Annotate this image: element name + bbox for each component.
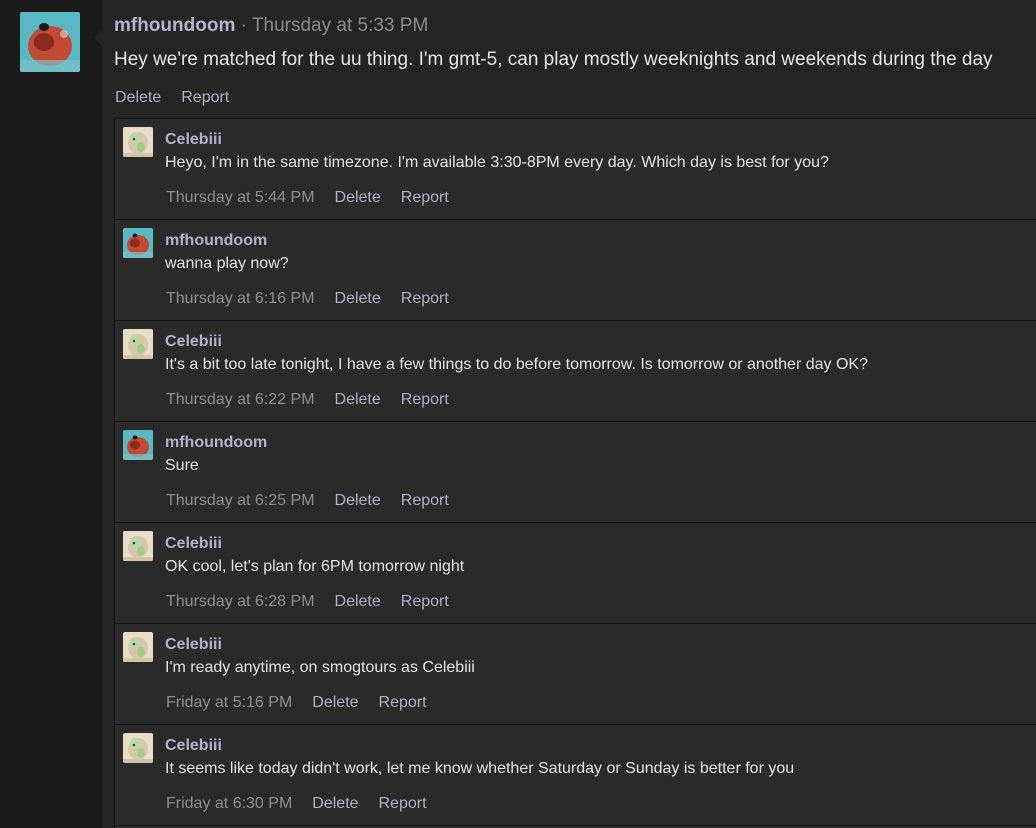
comment-author-name[interactable]: mfhoundoom [165, 231, 267, 251]
comment-text: Heyo, I'm in the same timezone. I'm avai… [165, 154, 829, 171]
comment-delete-link[interactable]: Delete [335, 391, 381, 408]
comment-avatar[interactable] [123, 329, 153, 359]
comment-delete-link[interactable]: Delete [335, 492, 381, 509]
comment-item: Celebiii It's a bit too late tonight, I h… [115, 321, 1036, 422]
comment-text: wanna play now? [165, 255, 289, 272]
post-author-name[interactable]: mfhoundoom [114, 15, 235, 36]
houndoom-avatar-image [123, 228, 153, 258]
comment-timestamp[interactable]: Thursday at 6:16 PM [166, 290, 315, 307]
post-date[interactable]: Thursday at 5:33 PM [252, 15, 428, 36]
comment-avatar[interactable] [123, 632, 153, 662]
comment-delete-link[interactable]: Delete [312, 694, 358, 711]
header-separator: · [240, 15, 247, 36]
comment-meta: Friday at 5:16 PM Delete Report [166, 693, 447, 713]
comment-text: It seems like today didn't work, let me … [165, 760, 795, 777]
profile-post-page: mfhoundoom · Thursday at 5:33 PM Hey we'… [0, 0, 1036, 828]
comment-text: It's a bit too late tonight, I have a fe… [165, 356, 868, 373]
left-gutter [0, 0, 102, 828]
comment-avatar[interactable] [123, 228, 153, 258]
comment-text: OK cool, let's plan for 6PM tomorrow nig… [165, 558, 465, 575]
post-pointer-arrow [94, 30, 102, 46]
comment-item: Celebiii It seems like today didn't work,… [115, 725, 1036, 826]
comment-avatar[interactable] [123, 531, 153, 561]
comment-author-name[interactable]: mfhoundoom [165, 433, 267, 453]
comment-report-link[interactable]: Report [401, 290, 449, 307]
comment-timestamp[interactable]: Thursday at 5:44 PM [166, 189, 315, 206]
comment-report-link[interactable]: Report [379, 694, 427, 711]
comment-author-name[interactable]: Celebiii [165, 736, 222, 756]
comment-timestamp[interactable]: Thursday at 6:28 PM [166, 593, 315, 610]
comment-meta: Thursday at 6:22 PM Delete Report [166, 390, 469, 410]
comment-text: Sure [165, 457, 199, 474]
comment-avatar[interactable] [123, 733, 153, 763]
comment-timestamp[interactable]: Thursday at 6:25 PM [166, 492, 315, 509]
comment-text: I'm ready anytime, on smogtours as Celeb… [165, 659, 475, 676]
comment-delete-link[interactable]: Delete [335, 290, 381, 307]
comment-avatar[interactable] [123, 430, 153, 460]
comment-meta: Thursday at 6:28 PM Delete Report [166, 592, 469, 612]
comment-meta: Thursday at 6:16 PM Delete Report [166, 289, 469, 309]
comment-delete-link[interactable]: Delete [312, 795, 358, 812]
comment-report-link[interactable]: Report [401, 391, 449, 408]
comment-item: Celebiii I'm ready anytime, on smogtours … [115, 624, 1036, 725]
author-avatar[interactable] [20, 12, 80, 72]
comment-item: mfhoundoom wanna play now? Thursday at 6:1… [115, 220, 1036, 321]
comment-delete-link[interactable]: Delete [335, 189, 381, 206]
comment-delete-link[interactable]: Delete [335, 593, 381, 610]
celebi-avatar-image [123, 632, 153, 662]
comment-report-link[interactable]: Report [401, 492, 449, 509]
post-header: mfhoundoom · Thursday at 5:33 PM [114, 14, 428, 38]
comment-timestamp[interactable]: Thursday at 6:22 PM [166, 391, 315, 408]
houndoom-avatar-image [123, 430, 153, 460]
comment-item: mfhoundoom Sure Thursday at 6:25 PM Delete R… [115, 422, 1036, 523]
comment-report-link[interactable]: Report [401, 189, 449, 206]
comment-timestamp[interactable]: Friday at 6:30 PM [166, 795, 292, 812]
comment-item: Celebiii OK cool, let's plan for 6PM tomo… [115, 523, 1036, 624]
comment-meta: Friday at 6:30 PM Delete Report [166, 794, 447, 814]
comment-meta: Thursday at 6:25 PM Delete Report [166, 491, 469, 511]
celebi-avatar-image [123, 733, 153, 763]
celebi-avatar-image [123, 127, 153, 157]
comment-author-name[interactable]: Celebiii [165, 635, 222, 655]
comment-report-link[interactable]: Report [401, 593, 449, 610]
comment-timestamp[interactable]: Friday at 5:16 PM [166, 694, 292, 711]
comment-avatar[interactable] [123, 127, 153, 157]
celebi-avatar-image [123, 329, 153, 359]
comment-author-name[interactable]: Celebiii [165, 534, 222, 554]
post-actions: Delete Report [115, 88, 249, 108]
comment-report-link[interactable]: Report [379, 795, 427, 812]
post-delete-link[interactable]: Delete [115, 89, 161, 106]
post-report-link[interactable]: Report [181, 89, 229, 106]
comment-meta: Thursday at 5:44 PM Delete Report [166, 188, 469, 208]
comment-item: Celebiii Heyo, I'm in the same timezone. … [115, 119, 1036, 220]
comment-list: Celebiii Heyo, I'm in the same timezone. … [114, 118, 1036, 828]
comment-author-name[interactable]: Celebiii [165, 332, 222, 352]
celebi-avatar-image [123, 531, 153, 561]
comment-author-name[interactable]: Celebiii [165, 130, 222, 150]
post-body: Hey we're matched for the uu thing. I'm … [114, 49, 993, 70]
houndoom-avatar-image [20, 12, 80, 72]
